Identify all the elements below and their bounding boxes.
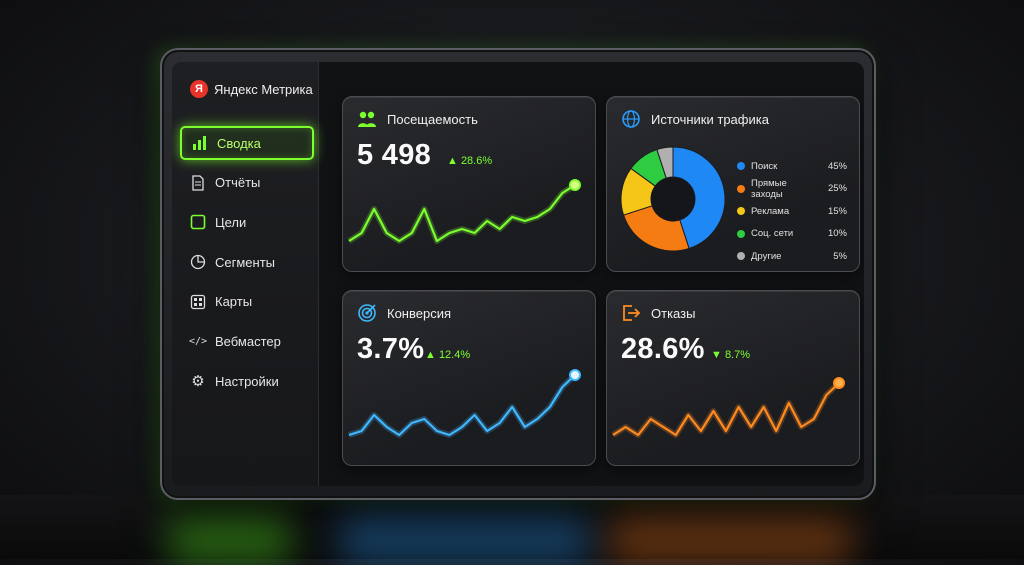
legend-label: Поиск (751, 160, 778, 172)
pie-segment-icon (190, 254, 206, 270)
exit-icon (621, 303, 641, 323)
glow-reflection (340, 505, 590, 565)
grid-icon (190, 294, 206, 310)
legend-value: 10% (827, 228, 847, 240)
bar-chart-icon (192, 135, 208, 151)
yandex-logo: Я (190, 80, 208, 98)
visits-sparkline (347, 179, 581, 244)
legend-item: Поиск 45% (737, 155, 847, 178)
sidebar-item-label: Настройки (215, 373, 279, 389)
sidebar-item-webmaster[interactable]: </> Вебмастер (180, 324, 314, 358)
widget-conversion[interactable]: Конверсия 3.7% ▲ 12.4% (342, 290, 596, 466)
legend-label: Прямые заходы (751, 177, 787, 200)
target-square-icon (190, 214, 206, 230)
glow-reflection (610, 505, 850, 565)
globe-icon (621, 109, 641, 129)
sidebar-item-settings[interactable]: ⚙ Настройки (180, 364, 314, 398)
device-frame: Я Яндекс Метрика Сводка Отчёты Цели Сегм… (160, 48, 876, 500)
widget-title: Посещаемость (387, 111, 478, 127)
legend-item: Реклама 15% (737, 200, 847, 223)
sidebar-item-label: Вебмастер (215, 333, 281, 349)
legend-label: Реклама (751, 205, 790, 217)
sidebar-item-label: Сводка (217, 135, 261, 151)
widget-title: Конверсия (387, 305, 452, 321)
sparkline-end-point (833, 377, 845, 389)
sparkline-glow (347, 182, 577, 244)
donut-hole (651, 177, 695, 221)
widget-title: Источники трафика (651, 111, 769, 127)
document-icon (190, 175, 206, 191)
conversion-sparkline (348, 369, 581, 438)
sidebar: Я Яндекс Метрика Сводка Отчёты Цели Сегм… (172, 62, 319, 486)
legend-value: 5% (833, 250, 847, 262)
sidebar-item-summary[interactable]: Сводка (180, 126, 314, 160)
sidebar-item-segments[interactable]: Сегменты (180, 245, 314, 279)
sparkline-glow (611, 380, 842, 438)
sidebar-item-label: Сегменты (215, 254, 276, 270)
traffic-legend: Поиск 45% Прямые заходы 25% Реклама 15% Соц… (737, 155, 847, 268)
legend-item: Прямые заходы 25% (737, 178, 847, 201)
sidebar-item-label: Цели (215, 214, 247, 230)
sidebar-item-reports[interactable]: Отчёты (180, 166, 314, 200)
legend-dot (737, 162, 745, 171)
legend-label: Соц. сети (751, 228, 794, 240)
traffic-donut-chart (620, 146, 726, 252)
gear-icon: ⚙ (191, 373, 205, 391)
bounces-delta: ▼ 8.7% (711, 349, 751, 361)
sparkline-end-point (569, 179, 581, 191)
brand[interactable]: Я Яндекс Метрика (190, 80, 313, 98)
users-icon (357, 109, 377, 129)
widget-title: Отказы (651, 305, 696, 321)
glow-reflection (170, 505, 290, 565)
legend-value: 15% (827, 205, 847, 217)
legend-value: 25% (827, 183, 847, 195)
legend-item: Соц. сети 10% (737, 223, 847, 246)
sidebar-item-maps[interactable]: Карты (180, 285, 314, 319)
target-icon (357, 303, 377, 323)
conversion-delta: ▲ 12.4% (425, 349, 471, 361)
visits-delta: ▲ 28.6% (447, 155, 493, 167)
legend-dot (737, 184, 745, 193)
legend-item: Другие 5% (737, 245, 847, 268)
widget-visits[interactable]: Посещаемость 5 498 ▲ 28.6% (342, 96, 596, 272)
widget-bounces[interactable]: Отказы 28.6% ▼ 8.7% (606, 290, 860, 466)
sidebar-item-label: Карты (215, 294, 253, 310)
bounces-sparkline (611, 377, 845, 438)
legend-value: 45% (827, 160, 847, 172)
legend-dot (737, 207, 745, 216)
sparkline-end-point (569, 369, 581, 381)
sidebar-item-goals[interactable]: Цели (180, 205, 314, 239)
widget-traffic-sources[interactable]: Источники трафика Поиск 45% Прямые заходы… (606, 96, 860, 272)
code-icon: </> (188, 335, 208, 347)
legend-label: Другие (751, 250, 782, 262)
brand-name: Яндекс Метрика (214, 81, 313, 97)
sidebar-nav: Сводка Отчёты Цели Сегменты Карты </> Ве… (180, 126, 314, 404)
dashboard-screen: Я Яндекс Метрика Сводка Отчёты Цели Сегм… (172, 62, 864, 486)
legend-dot (737, 252, 745, 261)
legend-dot (737, 229, 745, 238)
sidebar-item-label: Отчёты (215, 175, 261, 191)
